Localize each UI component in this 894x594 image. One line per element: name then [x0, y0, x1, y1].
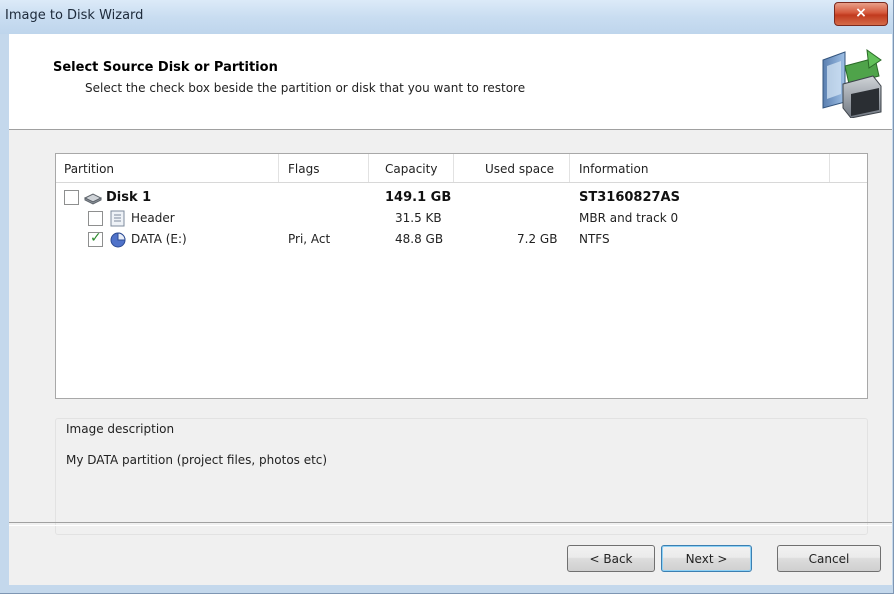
column-divider[interactable] — [278, 154, 279, 182]
column-header-capacity[interactable]: Capacity — [385, 162, 437, 176]
wizard-body: Select Source Disk or Partition Select t… — [9, 34, 892, 585]
partition-list[interactable]: Partition Flags Capacity Used space Info… — [55, 153, 868, 399]
partition-icon — [110, 232, 126, 248]
hard-disk-icon — [84, 193, 102, 205]
close-button[interactable]: × — [834, 2, 888, 26]
wizard-window: Image to Disk Wizard × Select Source Dis… — [0, 0, 894, 594]
column-header-used-space[interactable]: Used space — [485, 162, 554, 176]
column-header-partition[interactable]: Partition — [64, 162, 114, 176]
capacity-value: 48.8 GB — [395, 232, 444, 246]
header-panel: Select Source Disk or Partition Select t… — [9, 34, 892, 130]
information-value: NTFS — [579, 232, 610, 246]
header-icon — [110, 210, 125, 227]
window-title: Image to Disk Wizard — [5, 8, 144, 23]
disk-image-restore-icon — [822, 48, 882, 118]
footer-divider — [9, 522, 892, 526]
information-value: ST3160827AS — [579, 190, 680, 205]
column-header-flags[interactable]: Flags — [288, 162, 319, 176]
data-e-checkbox[interactable]: ✓ — [88, 230, 103, 247]
capacity-value: 149.1 GB — [385, 190, 452, 205]
cancel-button[interactable]: Cancel — [777, 545, 881, 572]
list-item[interactable]: Header 31.5 KB MBR and track 0 — [56, 209, 867, 229]
image-description-label: Image description — [66, 422, 175, 436]
flags-value: Pri, Act — [288, 232, 331, 246]
list-item[interactable]: ✓ DATA (E:) Pri, Act 48.8 GB 7.2 GB NTFS — [56, 230, 867, 250]
partition-name: Header — [131, 211, 175, 225]
column-header-information[interactable]: Information — [579, 162, 648, 176]
back-button[interactable]: < Back — [567, 545, 655, 572]
close-icon: × — [855, 5, 867, 21]
column-divider[interactable] — [453, 154, 454, 182]
checkmark-icon: ✓ — [90, 230, 102, 246]
column-divider[interactable] — [368, 154, 369, 182]
partition-name: Disk 1 — [106, 190, 152, 205]
information-value: MBR and track 0 — [579, 211, 679, 225]
next-button[interactable]: Next > — [661, 545, 752, 572]
capacity-value: 31.5 KB — [395, 211, 442, 225]
image-description-field[interactable]: My DATA partition (project files, photos… — [66, 453, 327, 467]
list-header: Partition Flags Capacity Used space Info… — [56, 154, 867, 183]
column-divider[interactable] — [569, 154, 570, 182]
image-description-group: Image description My DATA partition (pro… — [55, 418, 868, 535]
column-divider[interactable] — [829, 154, 830, 182]
page-title: Select Source Disk or Partition — [53, 60, 278, 75]
partition-name: DATA (E:) — [131, 232, 187, 246]
used-space-value: 7.2 GB — [517, 232, 558, 246]
header-checkbox[interactable] — [88, 211, 103, 226]
list-item[interactable]: Disk 1 149.1 GB ST3160827AS — [56, 188, 867, 208]
page-subtitle: Select the check box beside the partitio… — [85, 81, 526, 95]
title-bar[interactable]: Image to Disk Wizard × — [0, 0, 893, 34]
disk-1-checkbox[interactable] — [64, 190, 79, 205]
